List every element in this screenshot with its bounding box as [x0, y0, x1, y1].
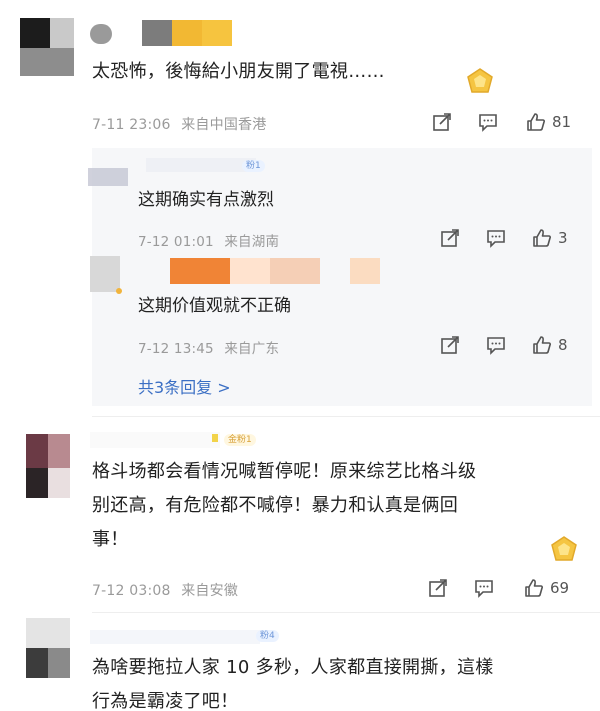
- comment-text-line: 事！: [92, 529, 129, 550]
- comment-3: 粉4 為啥要拖拉人家 10 多秒，人家都直接開撕，這樣 行為是霸凌了吧！: [0, 612, 600, 711]
- share-icon[interactable]: [432, 112, 452, 132]
- like-count: 69: [550, 579, 570, 597]
- avatar[interactable]: [26, 434, 70, 498]
- location: 来自安徽: [181, 583, 239, 599]
- comment-meta: 7-11 23:06 来自中国香港: [92, 114, 266, 134]
- gold-fan-badge: 金粉1: [224, 434, 256, 446]
- comment-icon[interactable]: [478, 112, 498, 132]
- comment-icon[interactable]: [486, 228, 506, 248]
- like-count: 3: [558, 229, 568, 247]
- comment-2: 金粉1 格斗场都会看情况喊暂停呢！原来综艺比格斗级 别还高，有危险都不喊停！暴力…: [0, 420, 600, 620]
- reply-meta: 7-12 13:45 来自广东: [138, 337, 279, 357]
- share-icon[interactable]: [428, 578, 448, 598]
- view-more-replies-link[interactable]: 共3条回复 >: [138, 374, 231, 398]
- username-redacted[interactable]: [90, 432, 220, 448]
- reply-text: 这期确实有点激烈: [138, 190, 274, 210]
- divider: [92, 416, 600, 417]
- like-count: 81: [552, 113, 572, 131]
- timestamp: 7-12 03:08: [92, 583, 171, 599]
- like-icon[interactable]: [524, 578, 544, 598]
- share-icon[interactable]: [440, 228, 460, 248]
- avatar[interactable]: [20, 18, 74, 76]
- like-icon[interactable]: [532, 335, 552, 355]
- location: 来自广东: [224, 341, 280, 357]
- comment-actions: 69: [428, 578, 569, 598]
- reply-meta: 7-12 01:01 来自湖南: [138, 230, 279, 250]
- reply-username-redacted[interactable]: [146, 158, 256, 172]
- like-icon[interactable]: [532, 228, 552, 248]
- location: 来自湖南: [224, 234, 280, 250]
- reply-text: 这期价值观就不正确: [138, 296, 291, 316]
- replies-panel: 粉1 这期确实有点激烈 7-12 01:01 来自湖南 3 这期价值观就不正确 …: [88, 148, 592, 406]
- share-icon[interactable]: [440, 335, 460, 355]
- username-redacted[interactable]: [90, 20, 240, 50]
- like-icon[interactable]: [526, 112, 546, 132]
- comment-text-line: 格斗场都会看情况喊暂停呢！原来综艺比格斗级: [92, 461, 477, 482]
- comment-text-line: 别还高，有危险都不喊停！暴力和认真是俩回: [92, 495, 458, 516]
- username-redacted[interactable]: [90, 630, 260, 644]
- comment-text-line: 為啥要拖拉人家 10 多秒，人家都直接開撕，這樣: [92, 657, 494, 678]
- comment-meta: 7-12 03:08 来自安徽: [92, 580, 238, 600]
- timestamp: 7-11 23:06: [92, 117, 171, 133]
- comment-1: 太恐怖，後悔給小朋友開了電視…… 7-11 23:06 来自中国香港 81 粉1…: [0, 0, 600, 420]
- reply-actions: 3: [440, 228, 568, 248]
- comment-text: 太恐怖，後悔給小朋友開了電視……: [92, 61, 385, 82]
- comment-text-line: 行為是霸凌了吧！: [92, 691, 239, 711]
- timestamp: 7-12 13:45: [138, 341, 214, 357]
- avatar[interactable]: [26, 618, 70, 678]
- gold-badge-icon: [467, 68, 493, 93]
- reply-avatar[interactable]: [90, 256, 120, 292]
- location: 来自中国香港: [181, 117, 267, 133]
- reply-avatar[interactable]: [88, 162, 128, 188]
- timestamp: 7-12 01:01: [138, 234, 214, 250]
- reply-username-redacted[interactable]: [170, 258, 230, 284]
- fan-badge: 粉1: [242, 160, 265, 172]
- comment-icon[interactable]: [486, 335, 506, 355]
- fan-badge: 粉4: [256, 630, 279, 642]
- reply-actions: 8: [440, 335, 568, 355]
- comment-icon[interactable]: [474, 578, 494, 598]
- like-count: 8: [558, 336, 568, 354]
- gold-badge-icon: [551, 536, 577, 561]
- comment-actions: 81: [432, 112, 571, 132]
